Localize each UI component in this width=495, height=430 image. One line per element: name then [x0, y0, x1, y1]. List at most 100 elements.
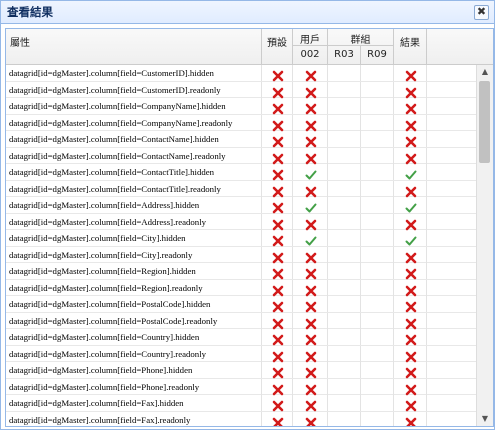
table-row[interactable]: datagrid[id=dgMaster].column[field=Addre…	[6, 197, 477, 214]
user-cell	[293, 362, 328, 379]
x-mark-icon	[405, 364, 417, 379]
x-mark-icon	[405, 216, 417, 230]
result-cell	[394, 345, 427, 362]
table-row[interactable]: datagrid[id=dgMaster].column[field=Conta…	[6, 164, 477, 181]
default-cell	[262, 362, 293, 379]
default-cell	[262, 329, 293, 346]
grp2-cell	[361, 279, 394, 296]
grp1-cell	[328, 213, 361, 230]
header-default[interactable]: 預設	[262, 29, 293, 64]
user-cell	[293, 164, 328, 180]
default-cell	[262, 279, 293, 296]
property-cell: datagrid[id=dgMaster].column[field=Custo…	[6, 65, 262, 81]
table-row[interactable]: datagrid[id=dgMaster].column[field=Phone…	[6, 362, 477, 379]
table-row[interactable]: datagrid[id=dgMaster].column[field=Phone…	[6, 378, 477, 395]
property-cell: datagrid[id=dgMaster].column[field=Count…	[6, 345, 262, 362]
property-cell: datagrid[id=dgMaster].column[field=Posta…	[6, 312, 262, 329]
grp2-cell	[361, 197, 394, 213]
default-cell	[262, 395, 293, 412]
grp2-cell	[361, 312, 394, 329]
property-cell: datagrid[id=dgMaster].column[field=Conta…	[6, 164, 262, 180]
result-cell	[394, 263, 427, 280]
table-row[interactable]: datagrid[id=dgMaster].column[field=Regio…	[6, 279, 477, 296]
x-mark-icon	[272, 348, 284, 362]
result-dialog: 查看結果 ✖ 屬性 預設 用戶 002 群組 R03 R09 結果 datagr…	[0, 0, 495, 430]
user-cell	[293, 65, 328, 82]
table-row[interactable]: datagrid[id=dgMaster].column[field=Count…	[6, 329, 477, 346]
table-row[interactable]: datagrid[id=dgMaster].column[field=Count…	[6, 345, 477, 362]
grp2-cell	[361, 296, 394, 312]
result-cell	[394, 147, 427, 164]
default-cell	[262, 411, 293, 426]
grp2-cell	[361, 147, 394, 164]
user-cell	[293, 197, 328, 213]
table-row[interactable]: datagrid[id=dgMaster].column[field=Conta…	[6, 147, 477, 164]
table-row[interactable]: datagrid[id=dgMaster].column[field=Custo…	[6, 81, 477, 98]
table-row[interactable]: datagrid[id=dgMaster].column[field=Fax].…	[6, 411, 477, 426]
header-group-r03[interactable]: R03	[328, 46, 361, 64]
grp1-cell	[328, 312, 361, 329]
x-mark-icon	[405, 298, 417, 313]
default-cell	[262, 147, 293, 164]
user-cell	[293, 98, 328, 115]
grp2-cell	[361, 362, 394, 378]
x-mark-icon	[305, 133, 317, 148]
scroll-up-icon[interactable]: ▲	[477, 65, 493, 79]
header-user-002[interactable]: 002	[293, 46, 328, 64]
x-mark-icon	[305, 331, 317, 346]
property-cell: datagrid[id=dgMaster].column[field=Count…	[6, 329, 262, 345]
x-mark-icon	[272, 117, 284, 131]
grp1-cell	[328, 180, 361, 197]
default-cell	[262, 81, 293, 98]
grp1-cell	[328, 147, 361, 164]
x-mark-icon	[305, 117, 317, 131]
table-row[interactable]: datagrid[id=dgMaster].column[field=Posta…	[6, 296, 477, 313]
result-cell	[394, 65, 427, 82]
table-row[interactable]: datagrid[id=dgMaster].column[field=Compa…	[6, 114, 477, 131]
x-mark-icon	[272, 150, 284, 164]
x-mark-icon	[305, 315, 317, 329]
x-mark-icon	[405, 150, 417, 164]
table-row[interactable]: datagrid[id=dgMaster].column[field=Posta…	[6, 312, 477, 329]
x-mark-icon	[272, 282, 284, 296]
x-mark-icon	[272, 397, 284, 412]
user-cell	[293, 131, 328, 148]
table-row[interactable]: datagrid[id=dgMaster].column[field=Regio…	[6, 263, 477, 280]
dialog-title: 查看結果	[7, 7, 53, 19]
table-row[interactable]: datagrid[id=dgMaster].column[field=Custo…	[6, 65, 477, 82]
result-cell	[394, 246, 427, 263]
grp1-cell	[328, 263, 361, 279]
default-cell	[262, 98, 293, 115]
default-cell	[262, 114, 293, 131]
check-mark-icon	[305, 199, 317, 213]
user-cell	[293, 279, 328, 296]
default-cell	[262, 180, 293, 197]
dialog-titlebar[interactable]: 查看結果 ✖	[1, 1, 494, 24]
table-row[interactable]: datagrid[id=dgMaster].column[field=Conta…	[6, 131, 477, 148]
table-row[interactable]: datagrid[id=dgMaster].column[field=Addre…	[6, 213, 477, 230]
header-property[interactable]: 屬性	[6, 29, 262, 64]
scroll-down-icon[interactable]: ▼	[477, 412, 493, 426]
table-row[interactable]: datagrid[id=dgMaster].column[field=Conta…	[6, 180, 477, 197]
grp1-cell	[328, 296, 361, 312]
grp1-cell	[328, 395, 361, 411]
table-row[interactable]: datagrid[id=dgMaster].column[field=Compa…	[6, 98, 477, 115]
table-row[interactable]: datagrid[id=dgMaster].column[field=City]…	[6, 230, 477, 247]
permission-grid: 屬性 預設 用戶 002 群組 R03 R09 結果 datagrid[id=d…	[5, 28, 494, 427]
grp1-cell	[328, 131, 361, 147]
user-cell	[293, 378, 328, 395]
x-mark-icon	[405, 331, 417, 346]
property-cell: datagrid[id=dgMaster].column[field=Regio…	[6, 263, 262, 279]
close-icon[interactable]: ✖	[474, 5, 489, 20]
header-result[interactable]: 結果	[394, 29, 427, 64]
default-cell	[262, 164, 293, 181]
result-cell	[394, 329, 427, 346]
table-row[interactable]: datagrid[id=dgMaster].column[field=City]…	[6, 246, 477, 263]
header-group-r09[interactable]: R09	[361, 46, 394, 64]
scrollbar-thumb[interactable]	[479, 81, 490, 163]
table-row[interactable]: datagrid[id=dgMaster].column[field=Fax].…	[6, 395, 477, 412]
x-mark-icon	[305, 265, 317, 280]
vertical-scrollbar[interactable]: ▲ ▼	[476, 65, 493, 426]
grp1-cell	[328, 197, 361, 213]
x-mark-icon	[272, 216, 284, 230]
